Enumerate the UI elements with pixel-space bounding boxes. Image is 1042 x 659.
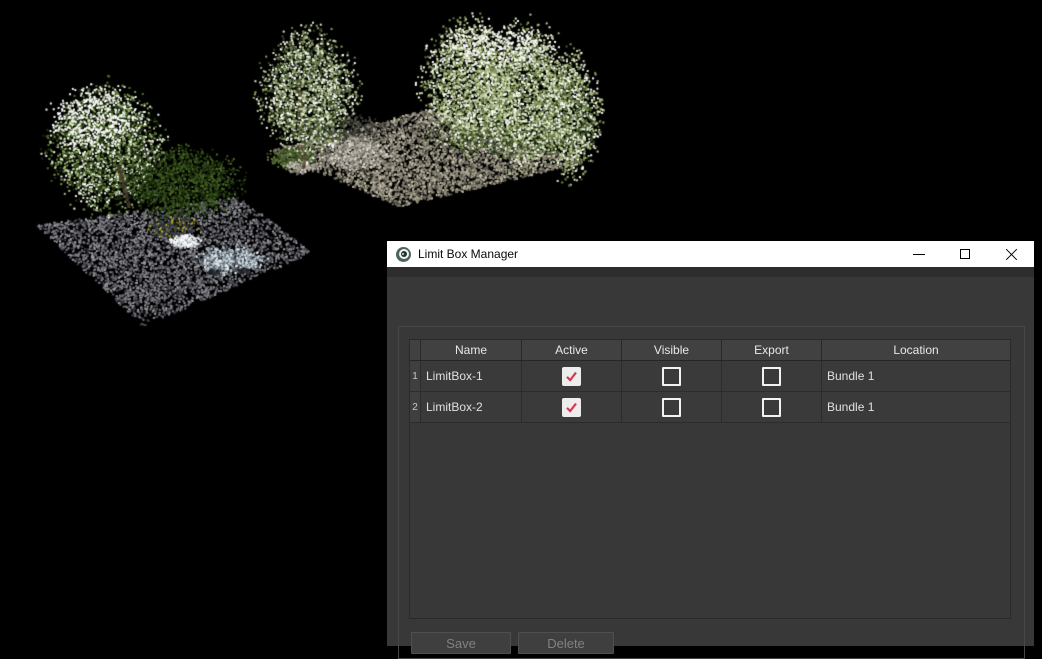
titlebar-shadow-strip (387, 267, 1034, 277)
column-header-active[interactable]: Active (522, 340, 622, 360)
export-cell (722, 392, 822, 422)
limit-box-table: Name Active Visible Export Location 1 Li… (409, 339, 1011, 619)
table-row[interactable]: 2 LimitBox-2 Bundle 1 (410, 392, 1010, 423)
window-title: Limit Box Manager (418, 247, 518, 261)
titlebar[interactable]: Limit Box Manager (387, 241, 1034, 267)
delete-button[interactable]: Delete (518, 632, 614, 654)
column-header-export[interactable]: Export (722, 340, 822, 360)
maximize-icon (960, 249, 970, 259)
active-cell (522, 361, 622, 391)
column-header-visible[interactable]: Visible (622, 340, 722, 360)
column-header-name[interactable]: Name (421, 340, 522, 360)
location-cell[interactable]: Bundle 1 (822, 392, 1010, 422)
table-row[interactable]: 1 LimitBox-1 Bundle 1 (410, 361, 1010, 392)
window-controls (896, 241, 1034, 267)
dialog-body: Name Active Visible Export Location 1 Li… (387, 267, 1034, 646)
name-cell[interactable]: LimitBox-2 (421, 392, 522, 422)
bullseye-icon (396, 247, 411, 262)
location-cell[interactable]: Bundle 1 (822, 361, 1010, 391)
content-frame: Name Active Visible Export Location 1 Li… (398, 326, 1025, 659)
row-number-cell[interactable]: 2 (410, 392, 421, 422)
export-checkbox[interactable] (762, 367, 781, 386)
active-cell (522, 392, 622, 422)
column-header-location[interactable]: Location (822, 340, 1010, 360)
visible-checkbox[interactable] (662, 398, 681, 417)
visible-cell (622, 361, 722, 391)
close-icon (1005, 248, 1018, 261)
visible-checkbox[interactable] (662, 367, 681, 386)
export-cell (722, 361, 822, 391)
limit-box-manager-window: Limit Box Manager Name Active Visible Ex… (387, 241, 1034, 646)
name-cell[interactable]: LimitBox-1 (421, 361, 522, 391)
row-number-cell[interactable]: 1 (410, 361, 421, 391)
visible-cell (622, 392, 722, 422)
active-checkbox[interactable] (562, 367, 581, 386)
row-number-header (410, 340, 421, 360)
active-checkbox[interactable] (562, 398, 581, 417)
export-checkbox[interactable] (762, 398, 781, 417)
maximize-button[interactable] (942, 241, 988, 267)
save-button[interactable]: Save (411, 632, 511, 654)
minimize-icon (913, 254, 925, 255)
close-button[interactable] (988, 241, 1034, 267)
table-header-row: Name Active Visible Export Location (410, 340, 1010, 361)
minimize-button[interactable] (896, 241, 942, 267)
